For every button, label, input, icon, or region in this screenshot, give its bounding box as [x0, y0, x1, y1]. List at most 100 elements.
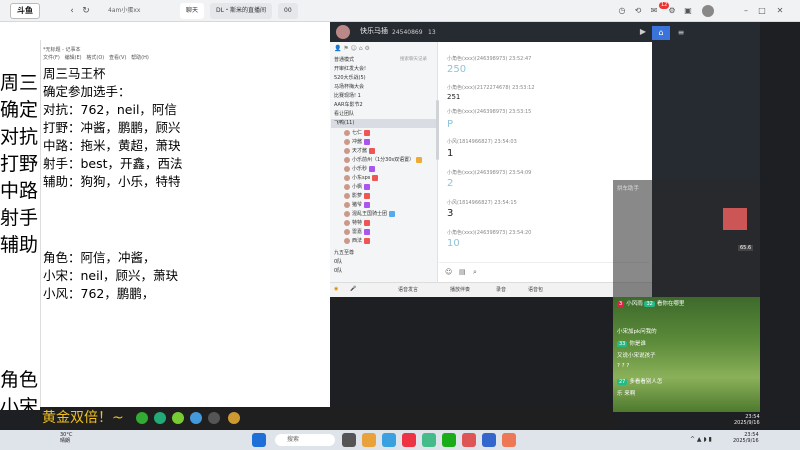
refresh-icon[interactable]: ↻ — [80, 5, 92, 17]
danmu-line: 乐 来啊 — [617, 389, 635, 397]
stream-video[interactable]: 3 小风雨 32 看你在哪里 小宋加pk问我的 33 你是谁 又说小宋说孩子 ? ? … — [613, 297, 760, 412]
badge-icon — [364, 219, 371, 226]
app-icon[interactable] — [502, 433, 516, 447]
settings-icon[interactable]: ⚙ — [666, 5, 678, 17]
badge-icon — [364, 129, 371, 136]
play-music-button[interactable]: 播放伴奏 — [450, 286, 470, 293]
member-name: 影萝 — [352, 193, 363, 199]
app-icon[interactable] — [208, 412, 220, 424]
voice-pack-button[interactable]: 语音包 — [528, 286, 543, 293]
tab-stream[interactable]: DL・斯米的直播间 — [210, 3, 272, 19]
menu-help[interactable]: 帮助(H) — [131, 55, 149, 61]
qq-icon[interactable] — [482, 433, 496, 447]
clock-icon[interactable]: ◷ — [616, 5, 628, 17]
app-icon[interactable] — [190, 412, 202, 424]
wechat-icon[interactable] — [442, 433, 456, 447]
browser-icon[interactable] — [382, 433, 396, 447]
danmu-line: 又说小宋说孩子 — [617, 351, 656, 359]
search-chat[interactable]: 搜索聊天记录 — [400, 56, 427, 62]
danmu-panel: 拼车助手 65.6 — [613, 180, 760, 297]
mic-icon[interactable]: 🎤 — [350, 286, 356, 292]
record-button[interactable]: 录音 — [496, 286, 506, 293]
member-item[interactable]: 小乐秒 — [344, 165, 376, 174]
start-icon[interactable] — [252, 433, 266, 447]
channel-item[interactable]: 开审红发大会! — [334, 65, 366, 74]
member-name: 雷嘉 — [352, 229, 363, 235]
group-avatar[interactable] — [336, 25, 350, 39]
member-item[interactable]: 雷嘉 — [344, 228, 371, 237]
weather-widget[interactable]: 30°C 晴朗 — [60, 432, 72, 444]
taskbar-search[interactable]: 搜索 — [275, 434, 335, 446]
menu-format[interactable]: 格式(O) — [86, 55, 104, 61]
taskbar-clock[interactable]: 23:54 2025/9/16 — [733, 432, 759, 444]
maximize-icon[interactable]: □ — [756, 5, 768, 17]
app-icon[interactable] — [172, 412, 184, 424]
douyu-logo[interactable]: 斗鱼 — [10, 3, 40, 19]
avatar[interactable] — [702, 5, 714, 17]
member-item[interactable]: 天才酱 — [344, 147, 376, 156]
home-icon[interactable]: ⌂ — [652, 26, 670, 40]
menu-view[interactable]: 查看(V) — [109, 55, 126, 61]
tab-other[interactable]: 00 — [278, 3, 298, 19]
gift-icon[interactable] — [723, 208, 747, 230]
image-icon[interactable]: ▤ — [459, 268, 466, 276]
big-line: 对抗 — [0, 126, 39, 148]
channel-item[interactable]: 普通模式 — [334, 56, 354, 65]
menu-file[interactable]: 文件(F) — [43, 55, 60, 61]
member-item[interactable]: 小乐前州（1分30s双语置） — [344, 156, 423, 165]
level-badge: 3 — [617, 301, 625, 307]
member-item[interactable]: 影萝 — [344, 192, 371, 201]
scrollbar[interactable] — [436, 100, 439, 160]
emoji-icon[interactable]: ☺ — [445, 268, 452, 276]
voice-speak-button[interactable]: 语音发言 — [398, 286, 418, 293]
box-icon[interactable]: ▣ — [682, 5, 694, 17]
member-item[interactable]: 七仁 — [344, 129, 371, 138]
app-icon[interactable] — [154, 412, 166, 424]
channel-item[interactable]: 0队 — [334, 258, 342, 267]
notification-icon[interactable]: ✉ — [648, 5, 660, 17]
history-icon[interactable]: ⟲ — [632, 5, 644, 17]
danmu-line: 27 多看看别人怎 — [617, 377, 662, 385]
app-icon[interactable] — [228, 412, 240, 424]
channel-item[interactable]: 比赛现场! 1 — [334, 92, 361, 101]
voice-icon[interactable]: ◉ — [334, 286, 338, 292]
member-item[interactable]: 特特 — [344, 219, 371, 228]
member-item[interactable]: 冲酱 — [344, 138, 371, 147]
notepad-editor[interactable]: *无标题 - 记事本 文件(F) 编辑(E) 格式(O) 查看(V) 帮助(H)… — [40, 40, 330, 410]
channel-item[interactable]: AAR车影节2 — [334, 101, 363, 110]
channel-item[interactable]: 0队 — [334, 267, 342, 276]
back-icon[interactable]: ‹ — [66, 5, 78, 17]
list-icon[interactable]: ≡ — [672, 26, 690, 40]
member-name: 七仁 — [352, 130, 363, 136]
channel-item[interactable]: 520大乐战(5) — [334, 74, 366, 83]
search-icon[interactable]: ⌕ — [473, 268, 477, 277]
app-icon[interactable] — [136, 412, 148, 424]
close-icon[interactable]: ✕ — [774, 5, 786, 17]
explorer-icon[interactable] — [362, 433, 376, 447]
tab-chat[interactable]: 聊天 — [180, 3, 205, 19]
taskview-icon[interactable] — [342, 433, 356, 447]
notepad-zoomed-text: 周三 确定 对抗 打野 中路 射手 辅助 角色 小宋 小风 — [0, 70, 40, 410]
message-body: 251 — [447, 93, 461, 101]
danmu-text: 乐 来啊 — [617, 391, 636, 397]
video-icon[interactable]: ▶ — [636, 26, 650, 38]
notice-text: 拼车助手 — [617, 186, 640, 192]
member-item[interactable]: 小枫 — [344, 183, 371, 192]
member-name: 小乐秒 — [352, 166, 368, 172]
member-item[interactable]: 混乱王国骑士团 — [344, 210, 396, 219]
notepad-menu: 文件(F) 编辑(E) 格式(O) 查看(V) 帮助(H) — [43, 54, 149, 61]
minimize-icon[interactable]: – — [740, 5, 752, 17]
member-item[interactable]: 西法 — [344, 237, 371, 246]
channel-item[interactable]: 看让团队 — [334, 110, 354, 119]
app-icon[interactable] — [422, 433, 436, 447]
channel-item[interactable]: 九五至尊 — [334, 249, 354, 258]
member-item[interactable]: 猪爷 — [344, 201, 371, 210]
address-text[interactable]: 4am小蛋xx — [108, 5, 173, 17]
channel-item-selected[interactable]: 飞鸭(11) — [331, 119, 436, 128]
app-icon[interactable] — [462, 433, 476, 447]
app-icon[interactable] — [402, 433, 416, 447]
channel-item[interactable]: 马场杯梅大会 — [334, 83, 364, 92]
member-item[interactable]: 小东sps — [344, 174, 379, 183]
menu-edit[interactable]: 编辑(E) — [65, 55, 82, 61]
tray-icons[interactable]: ^ ▲ ◗ ▮ — [690, 436, 712, 443]
